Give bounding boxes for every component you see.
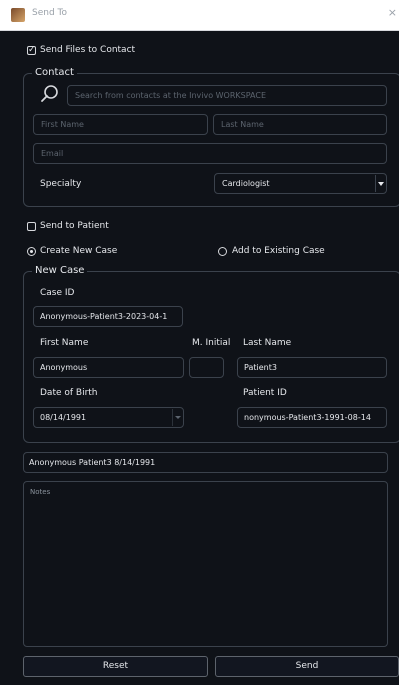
notes-placeholder: Notes (30, 488, 51, 496)
add-existing-case-label: Add to Existing Case (232, 246, 325, 256)
dob-field[interactable]: 08/14/1991 (33, 407, 184, 428)
patient-summary-text: Anonymous Patient3 8/14/1991 (29, 458, 156, 467)
patient-first-name-field[interactable]: Anonymous (33, 357, 184, 378)
contact-last-name-field[interactable] (213, 114, 387, 135)
create-new-case-radio[interactable] (27, 247, 36, 256)
patient-id-field[interactable]: nonymous-Patient3-1991-08-14 (237, 407, 387, 428)
send-files-checkbox[interactable] (27, 45, 36, 55)
reset-button[interactable]: Reset (23, 656, 208, 677)
patient-last-name-value: Patient3 (244, 363, 277, 372)
case-id-field[interactable]: Anonymous-Patient3-2023-04-1 (33, 306, 183, 327)
new-case-group-title: New Case (32, 265, 88, 276)
contact-search-input-text[interactable] (68, 86, 386, 105)
contact-email-input[interactable] (34, 144, 386, 163)
contact-search-input[interactable] (67, 85, 387, 106)
dob-value: 08/14/1991 (40, 413, 87, 422)
patient-summary-field: Anonymous Patient3 8/14/1991 (23, 452, 388, 473)
contact-group-title: Contact (32, 67, 77, 78)
patient-first-name-label: First Name (40, 338, 89, 348)
send-button[interactable]: Send (215, 656, 399, 677)
add-existing-case-radio[interactable] (218, 247, 227, 256)
case-id-value: Anonymous-Patient3-2023-04-1 (40, 312, 168, 321)
specialty-label: Specialty (40, 179, 82, 189)
patient-last-name-label: Last Name (243, 338, 292, 348)
send-files-label: Send Files to Contact (40, 45, 136, 55)
send-to-patient-checkbox[interactable] (27, 222, 36, 231)
patient-id-value: nonymous-Patient3-1991-08-14 (244, 413, 371, 422)
contact-last-name-input[interactable] (214, 115, 386, 134)
notes-textarea[interactable]: Notes (23, 481, 388, 647)
case-id-label: Case ID (40, 288, 75, 298)
calendar-dropdown-icon[interactable] (172, 409, 182, 426)
contact-first-name-field[interactable] (33, 114, 208, 135)
contact-first-name-input[interactable] (34, 115, 207, 134)
patient-first-name-value: Anonymous (40, 363, 88, 372)
app-icon (11, 8, 25, 22)
title-bar: Send To × (0, 0, 399, 31)
create-new-case-label: Create New Case (40, 246, 118, 256)
patient-last-name-field[interactable]: Patient3 (237, 357, 387, 378)
send-to-patient-label: Send to Patient (40, 221, 109, 231)
search-icon[interactable] (40, 84, 60, 104)
contact-email-field[interactable] (33, 143, 387, 164)
m-initial-field[interactable] (189, 357, 224, 378)
specialty-select[interactable]: Cardiologist (214, 173, 387, 194)
m-initial-label: M. Initial (192, 338, 231, 348)
chevron-down-icon[interactable] (375, 175, 385, 192)
close-icon[interactable]: × (388, 6, 397, 19)
specialty-value: Cardiologist (222, 179, 270, 188)
window-title: Send To (32, 8, 68, 18)
dob-label: Date of Birth (40, 388, 98, 398)
patient-id-label: Patient ID (243, 388, 287, 398)
